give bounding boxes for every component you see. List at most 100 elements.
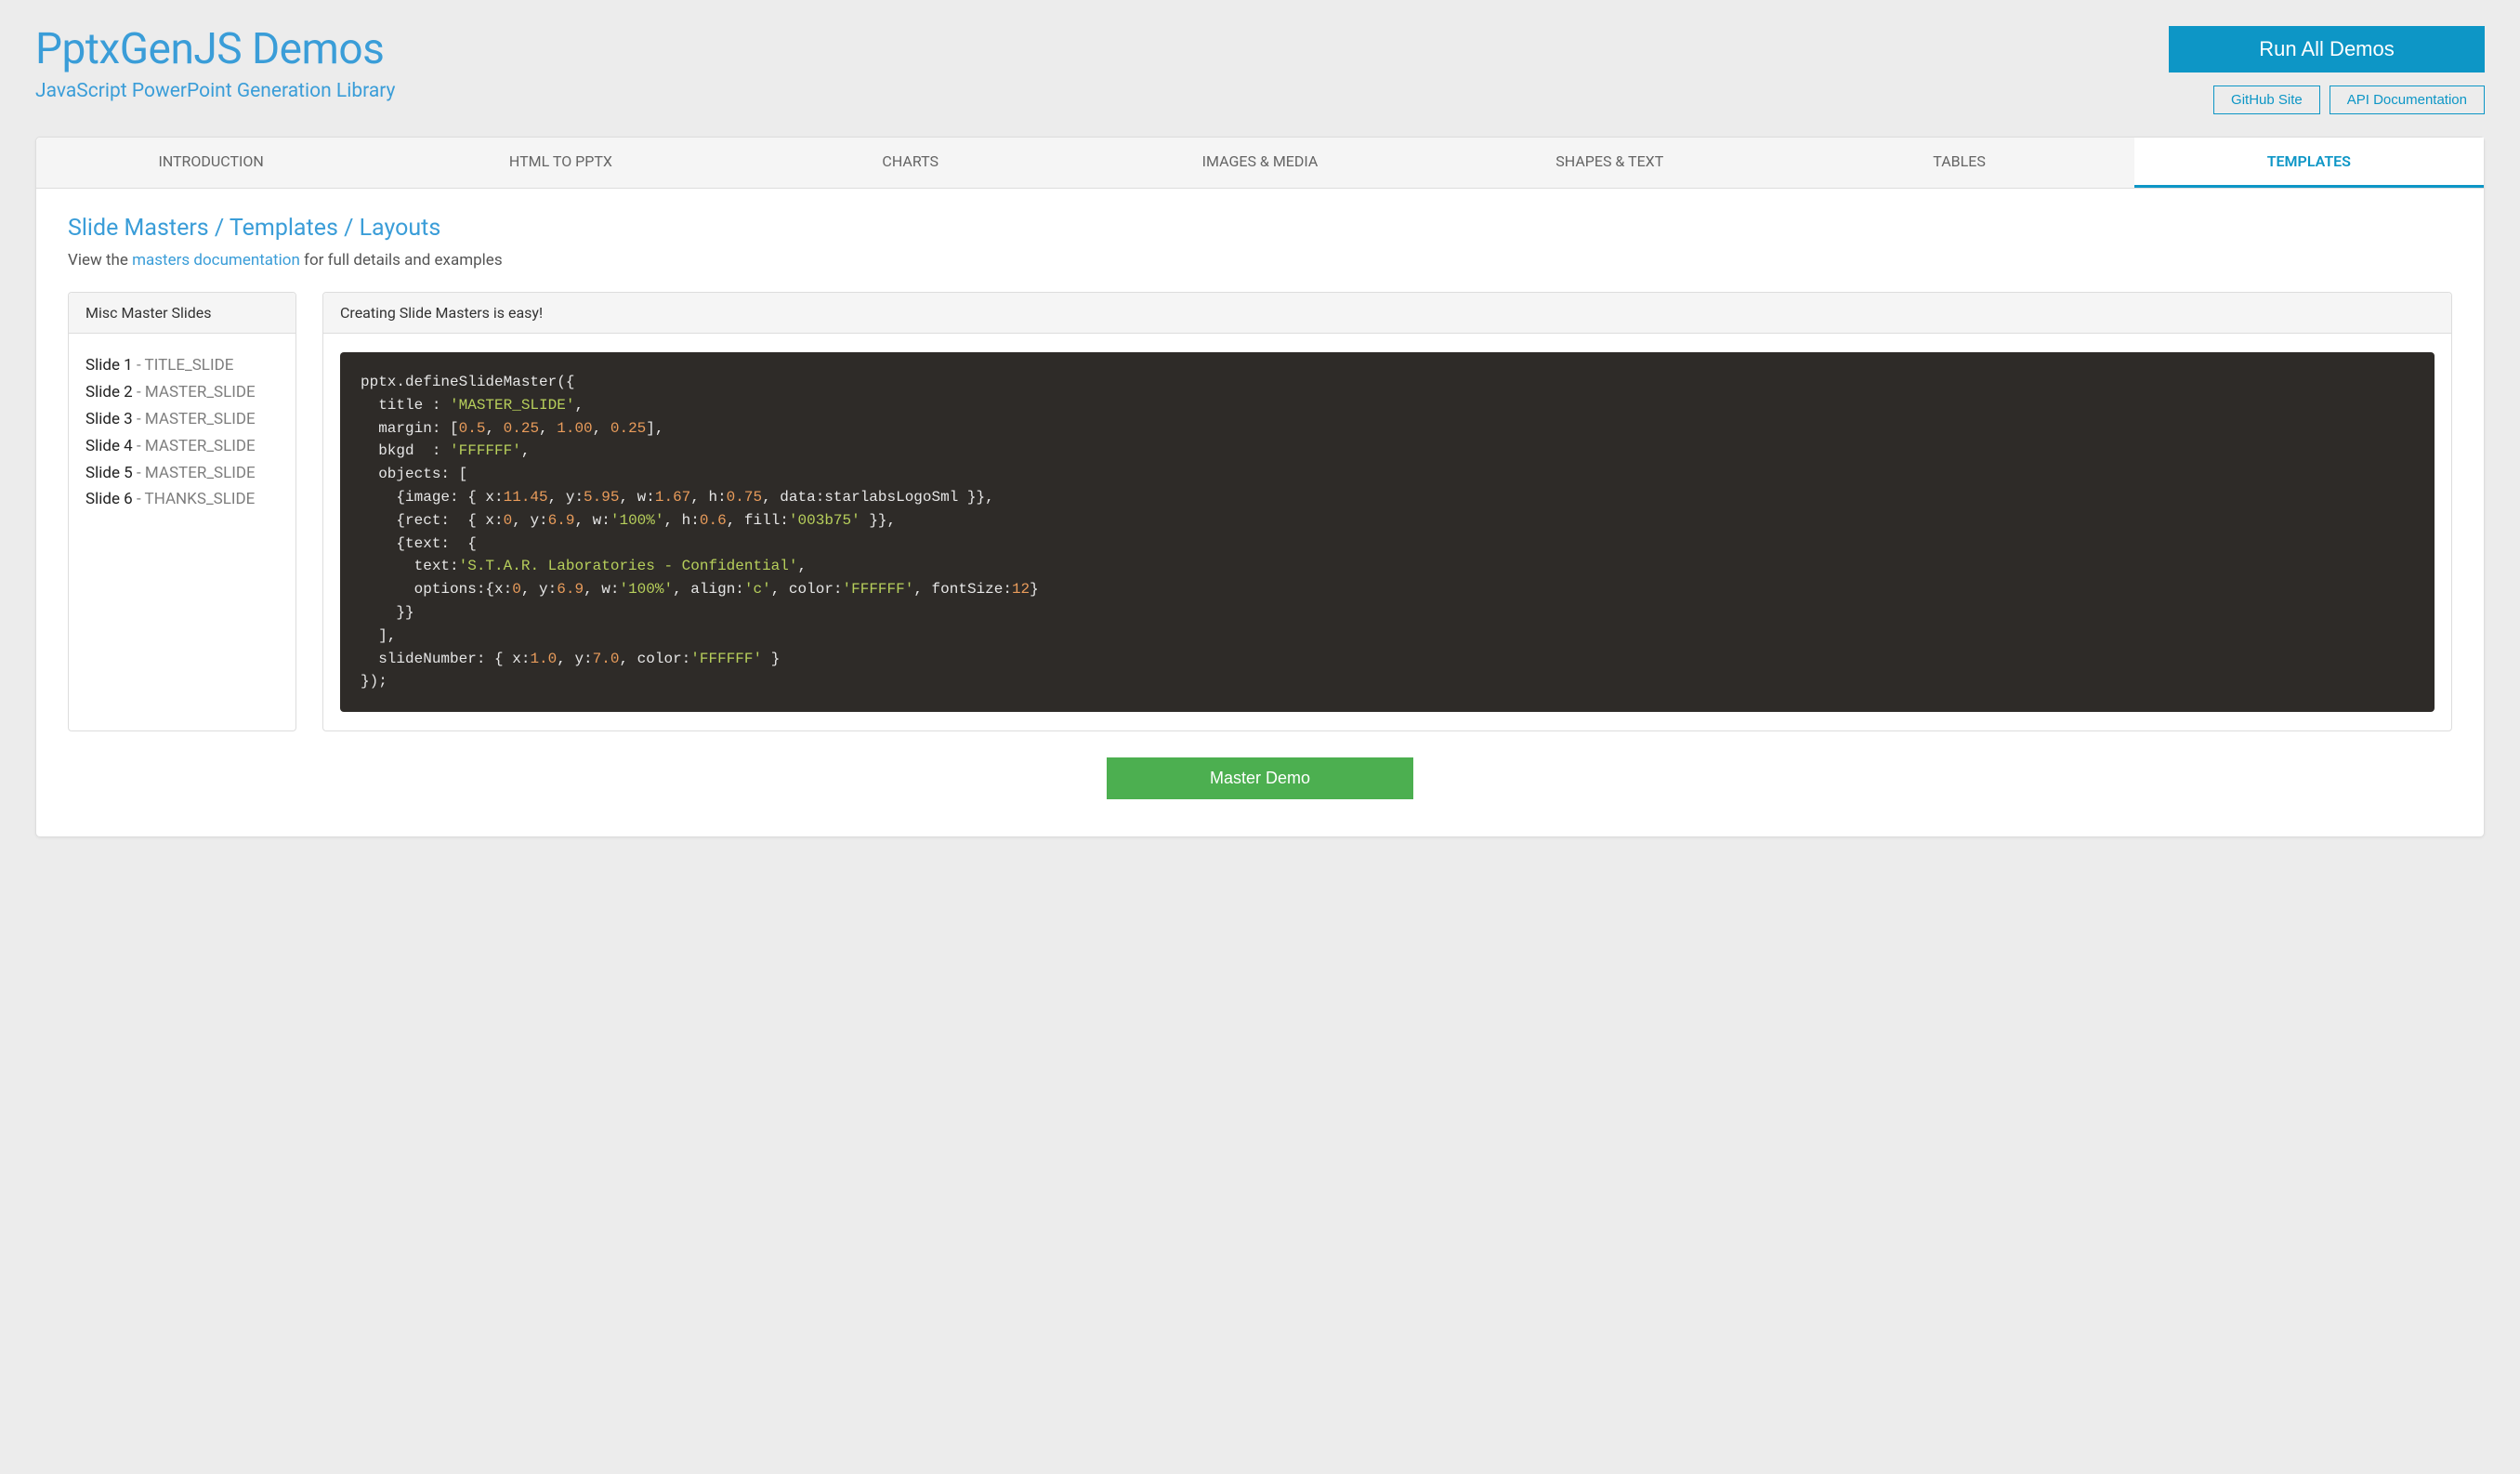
master-demo-button[interactable]: Master Demo (1107, 757, 1413, 799)
tab-templates[interactable]: TEMPLATES (2134, 138, 2484, 188)
section-desc-prefix: View the (68, 251, 132, 270)
code-punc: , y: (557, 651, 592, 667)
code-line: options:{x: (361, 581, 512, 598)
code-str: '100%' (610, 512, 664, 529)
code-str: '100%' (619, 581, 673, 598)
code-num: 11.45 (504, 489, 548, 506)
creating-slide-masters-heading: Creating Slide Masters is easy! (323, 293, 2451, 334)
slide-master-name: MASTER_SLIDE (145, 410, 256, 428)
code-punc: , align: (673, 581, 744, 598)
code-num: 0.6 (700, 512, 727, 529)
code-punc: , (797, 558, 807, 574)
slide-separator: - (133, 490, 145, 508)
code-num: 6.9 (557, 581, 584, 598)
slide-master-name: MASTER_SLIDE (145, 464, 256, 482)
slide-separator: - (133, 356, 145, 375)
code-num: 5.95 (584, 489, 619, 506)
code-num: 1.67 (655, 489, 690, 506)
tab-html[interactable]: HTML TO PPTX (386, 138, 735, 188)
code-punc: , (485, 420, 503, 437)
slide-list: Slide 1 - TITLE_SLIDESlide 2 - MASTER_SL… (85, 352, 279, 513)
code-num: 1.0 (530, 651, 557, 667)
code-punc: , fill: (727, 512, 789, 529)
slide-master-name: THANKS_SLIDE (145, 490, 256, 508)
slide-master-name: TITLE_SLIDE (145, 356, 234, 375)
code-str: 'FFFFFF' (843, 581, 914, 598)
section-title: Slide Masters / Templates / Layouts (68, 215, 2452, 242)
code-str: 'c' (744, 581, 771, 598)
code-punc: , h: (663, 512, 699, 529)
misc-master-slides-panel: Misc Master Slides Slide 1 - TITLE_SLIDE… (68, 292, 296, 731)
code-punc: , (593, 420, 610, 437)
code-num: 0 (504, 512, 513, 529)
tab-shapes[interactable]: SHAPES & TEXT (1435, 138, 1784, 188)
tab-charts[interactable]: CHARTS (736, 138, 1085, 188)
code-num: 1.00 (557, 420, 592, 437)
code-num: 0 (512, 581, 521, 598)
code-line: text: (361, 558, 459, 574)
tab-intro[interactable]: INTRODUCTION (36, 138, 386, 188)
tab-content-templates: Slide Masters / Templates / Layouts View… (36, 189, 2484, 836)
page-title: PptxGenJS Demos (35, 24, 396, 74)
code-punc: , color: (619, 651, 690, 667)
code-line: bkgd : (361, 442, 450, 459)
code-num: 6.9 (548, 512, 575, 529)
section-desc-suffix: for full details and examples (300, 251, 503, 270)
tab-images[interactable]: IMAGES & MEDIA (1085, 138, 1435, 188)
code-punc: , color: (771, 581, 843, 598)
code-punc: , y: (548, 489, 584, 506)
list-item: Slide 3 - MASTER_SLIDE (85, 406, 279, 433)
slide-separator: - (133, 383, 145, 401)
code-num: 0.25 (610, 420, 646, 437)
slide-name: Slide 6 (85, 490, 133, 508)
slide-name: Slide 1 (85, 356, 133, 375)
code-num: 0.5 (459, 420, 486, 437)
code-line: pptx.defineSlideMaster({ (361, 374, 574, 390)
code-punc: , y: (521, 581, 557, 598)
code-num: 0.25 (504, 420, 539, 437)
slide-name: Slide 3 (85, 410, 133, 428)
slide-separator: - (133, 464, 145, 482)
slide-separator: - (133, 437, 145, 455)
creating-slide-masters-panel: Creating Slide Masters is easy! pptx.def… (322, 292, 2452, 731)
code-punc: , w: (619, 489, 654, 506)
section-description: View the masters documentation for full … (68, 251, 2452, 270)
list-item: Slide 1 - TITLE_SLIDE (85, 352, 279, 379)
code-str: '003b75' (789, 512, 860, 529)
code-punc: , (521, 442, 531, 459)
code-line: title : (361, 397, 450, 414)
list-item: Slide 2 - MASTER_SLIDE (85, 379, 279, 406)
slide-name: Slide 5 (85, 464, 133, 482)
code-punc: , (539, 420, 557, 437)
api-documentation-button[interactable]: API Documentation (2330, 86, 2485, 114)
code-str: 'FFFFFF' (690, 651, 762, 667)
code-str: 'MASTER_SLIDE' (450, 397, 574, 414)
slide-master-name: MASTER_SLIDE (145, 437, 256, 455)
tab-tables[interactable]: TABLES (1784, 138, 2133, 188)
code-punc: , w: (584, 581, 619, 598)
code-num: 0.75 (727, 489, 762, 506)
tab-bar: INTRODUCTIONHTML TO PPTXCHARTSIMAGES & M… (36, 138, 2484, 189)
slide-name: Slide 2 (85, 383, 133, 401)
slide-master-name: MASTER_SLIDE (145, 383, 256, 401)
github-site-button[interactable]: GitHub Site (2213, 86, 2320, 114)
code-line: margin: [ (361, 420, 459, 437)
masters-documentation-link[interactable]: masters documentation (132, 251, 300, 270)
code-str: 'FFFFFF' (450, 442, 521, 459)
list-item: Slide 6 - THANKS_SLIDE (85, 486, 279, 513)
code-line: }} (361, 604, 414, 621)
code-punc: } (762, 651, 780, 667)
code-punc: , h: (690, 489, 726, 506)
code-line: }); (361, 673, 387, 690)
code-example: pptx.defineSlideMaster({ title : 'MASTER… (340, 352, 2435, 712)
code-punc: } (1030, 581, 1039, 598)
code-line: ], (361, 627, 396, 644)
code-punc: , y: (512, 512, 547, 529)
code-punc: , fontSize: (913, 581, 1012, 598)
code-punc: , (574, 397, 584, 414)
code-line: {rect: { x: (361, 512, 504, 529)
code-str: 'S.T.A.R. Laboratories - Confidential' (459, 558, 798, 574)
code-line: objects: [ (361, 466, 467, 482)
tabs-container: INTRODUCTIONHTML TO PPTXCHARTSIMAGES & M… (35, 137, 2485, 837)
run-all-demos-button[interactable]: Run All Demos (2169, 26, 2485, 72)
